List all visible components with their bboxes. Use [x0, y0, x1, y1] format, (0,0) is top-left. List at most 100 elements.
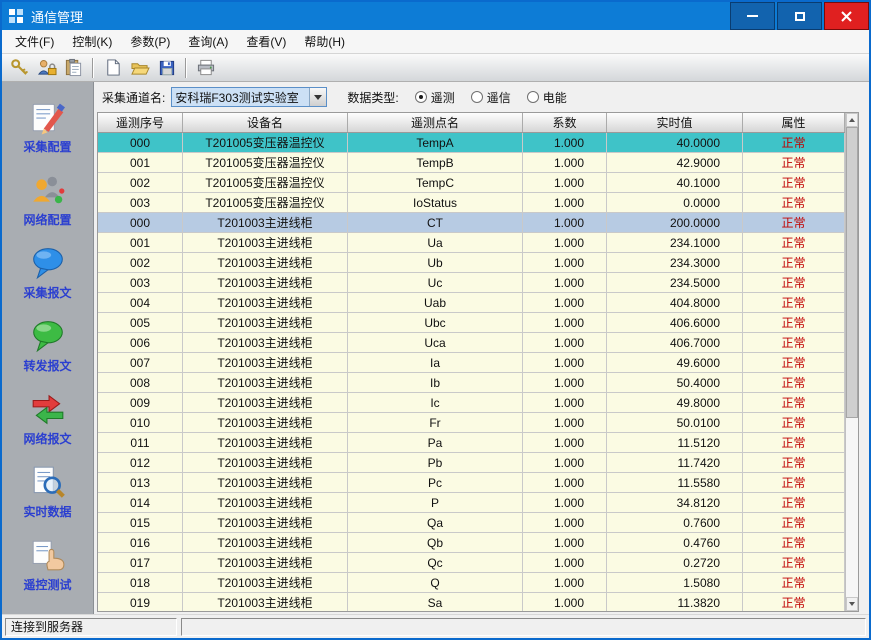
sidebar-item-realtime-data[interactable]: 实时数据 — [6, 455, 90, 528]
scroll-down-button[interactable] — [846, 597, 858, 611]
table-row[interactable]: 013T201003主进线柜Pc1.00011.5580正常 — [98, 473, 845, 493]
menu-item-control[interactable]: 控制(K) — [63, 30, 121, 53]
menu-item-help[interactable]: 帮助(H) — [295, 30, 354, 53]
cell-coef: 1.000 — [523, 173, 607, 193]
sidebar-item-collect-config[interactable]: 采集配置 — [6, 90, 90, 163]
table-row[interactable]: 015T201003主进线柜Qa1.0000.7600正常 — [98, 513, 845, 533]
window-title: 通信管理 — [31, 7, 83, 26]
toolbar-separator — [185, 58, 187, 78]
table-row[interactable]: 008T201003主进线柜Ib1.00050.4000正常 — [98, 373, 845, 393]
radio-signal[interactable]: 遥信 — [471, 89, 511, 106]
cell-status: 正常 — [743, 453, 845, 473]
table-row[interactable]: 019T201003主进线柜Sa1.00011.3820正常 — [98, 593, 845, 611]
menu-item-file[interactable]: 文件(F) — [6, 30, 63, 53]
cell-device: T201003主进线柜 — [183, 473, 348, 493]
channel-select[interactable]: 安科瑞F303测试实验室 — [171, 87, 327, 107]
scrollbar-thumb[interactable] — [846, 127, 858, 418]
channel-select-value: 安科瑞F303测试实验室 — [172, 88, 309, 106]
toolbar-key-button[interactable] — [7, 56, 32, 80]
menu-item-query[interactable]: 查询(A) — [179, 30, 237, 53]
table-row[interactable]: 017T201003主进线柜Qc1.0000.2720正常 — [98, 553, 845, 573]
table-row[interactable]: 001T201005变压器温控仪TempB1.00042.9000正常 — [98, 153, 845, 173]
table-row[interactable]: 006T201003主进线柜Uca1.000406.7000正常 — [98, 333, 845, 353]
cell-coef: 1.000 — [523, 293, 607, 313]
vertical-scrollbar[interactable] — [845, 113, 858, 611]
sidebar-item-label: 采集配置 — [23, 138, 71, 155]
menu-item-params[interactable]: 参数(P) — [121, 30, 179, 53]
radio-energy[interactable]: 电能 — [527, 89, 567, 106]
sidebar-item-remote-test[interactable]: 遥控测试 — [6, 528, 90, 601]
column-header-seq[interactable]: 遥测序号 — [98, 113, 183, 132]
table-row[interactable]: 010T201003主进线柜Fr1.00050.0100正常 — [98, 413, 845, 433]
toolbar-open-button[interactable] — [127, 56, 152, 80]
table-row[interactable]: 009T201003主进线柜Ic1.00049.8000正常 — [98, 393, 845, 413]
column-header-value[interactable]: 实时值 — [607, 113, 743, 132]
cell-device: T201003主进线柜 — [183, 413, 348, 433]
cell-value: 34.8120 — [607, 493, 743, 513]
table-header: 遥测序号 设备名 遥测点名 系数 实时值 属性 — [98, 113, 845, 133]
minimize-button[interactable] — [730, 2, 775, 30]
cell-value: 0.7600 — [607, 513, 743, 533]
column-header-point[interactable]: 遥测点名 — [348, 113, 523, 132]
cell-value: 40.1000 — [607, 173, 743, 193]
table-row[interactable]: 016T201003主进线柜Qb1.0000.4760正常 — [98, 533, 845, 553]
table-row[interactable]: 005T201003主进线柜Ubc1.000406.6000正常 — [98, 313, 845, 333]
table-row[interactable]: 012T201003主进线柜Pb1.00011.7420正常 — [98, 453, 845, 473]
toolbar-new-button[interactable] — [100, 56, 125, 80]
table-row[interactable]: 003T201005变压器温控仪IoStatus1.0000.0000正常 — [98, 193, 845, 213]
cell-point: Pa — [348, 433, 523, 453]
table-row[interactable]: 000T201005变压器温控仪TempA1.00040.0000正常 — [98, 133, 845, 153]
cell-device: T201003主进线柜 — [183, 313, 348, 333]
radio-icon — [471, 91, 483, 103]
table-row[interactable]: 003T201003主进线柜Uc1.000234.5000正常 — [98, 273, 845, 293]
toolbar-user-lock-button[interactable] — [34, 56, 59, 80]
toolbar-print-button[interactable] — [193, 56, 218, 80]
scrollbar-track[interactable] — [846, 127, 858, 597]
cell-seq: 011 — [98, 433, 183, 453]
sidebar: 采集配置 网络配置 采集报文 — [2, 82, 94, 614]
cell-seq: 004 — [98, 293, 183, 313]
sidebar-item-network-config[interactable]: 网络配置 — [6, 163, 90, 236]
cell-point: Ic — [348, 393, 523, 413]
sidebar-item-forward-message[interactable]: 转发报文 — [6, 309, 90, 382]
column-header-coef[interactable]: 系数 — [523, 113, 607, 132]
table-row[interactable]: 000T201003主进线柜CT1.000200.0000正常 — [98, 213, 845, 233]
content-area: 采集配置 网络配置 采集报文 — [2, 82, 869, 614]
cell-status: 正常 — [743, 233, 845, 253]
scroll-up-button[interactable] — [846, 113, 858, 127]
cell-seq: 017 — [98, 553, 183, 573]
toolbar-clipboard-button[interactable] — [61, 56, 86, 80]
toolbar-save-button[interactable] — [154, 56, 179, 80]
cell-value: 0.0000 — [607, 193, 743, 213]
column-header-device[interactable]: 设备名 — [183, 113, 348, 132]
table-row[interactable]: 004T201003主进线柜Uab1.000404.8000正常 — [98, 293, 845, 313]
cell-point: Uc — [348, 273, 523, 293]
cell-coef: 1.000 — [523, 413, 607, 433]
table-row[interactable]: 011T201003主进线柜Pa1.00011.5120正常 — [98, 433, 845, 453]
chevron-down-icon — [314, 95, 322, 100]
maximize-button[interactable] — [777, 2, 822, 30]
cell-point: TempA — [348, 133, 523, 153]
radio-telemetry[interactable]: 遥测 — [415, 89, 455, 106]
table-row[interactable]: 002T201005变压器温控仪TempC1.00040.1000正常 — [98, 173, 845, 193]
table-row[interactable]: 001T201003主进线柜Ua1.000234.1000正常 — [98, 233, 845, 253]
cell-device: T201003主进线柜 — [183, 493, 348, 513]
cell-status: 正常 — [743, 253, 845, 273]
table-row[interactable]: 007T201003主进线柜Ia1.00049.6000正常 — [98, 353, 845, 373]
close-button[interactable] — [824, 2, 869, 30]
menu-item-view[interactable]: 查看(V) — [237, 30, 295, 53]
table-row[interactable]: 018T201003主进线柜Q1.0001.5080正常 — [98, 573, 845, 593]
sidebar-item-network-message[interactable]: 网络报文 — [6, 382, 90, 455]
column-header-status[interactable]: 属性 — [743, 113, 845, 132]
data-table: 遥测序号 设备名 遥测点名 系数 实时值 属性 000T201005变压器温控仪… — [97, 112, 859, 612]
sidebar-item-collect-message[interactable]: 采集报文 — [6, 236, 90, 309]
cell-seq: 000 — [98, 213, 183, 233]
sidebar-item-label: 转发报文 — [23, 357, 71, 374]
table-row[interactable]: 002T201003主进线柜Ub1.000234.3000正常 — [98, 253, 845, 273]
table-row[interactable]: 014T201003主进线柜P1.00034.8120正常 — [98, 493, 845, 513]
sidebar-item-label: 实时数据 — [23, 503, 71, 520]
channel-select-button[interactable] — [309, 88, 326, 106]
cell-coef: 1.000 — [523, 553, 607, 573]
cell-seq: 010 — [98, 413, 183, 433]
status-message: 连接到服务器 — [5, 618, 177, 636]
